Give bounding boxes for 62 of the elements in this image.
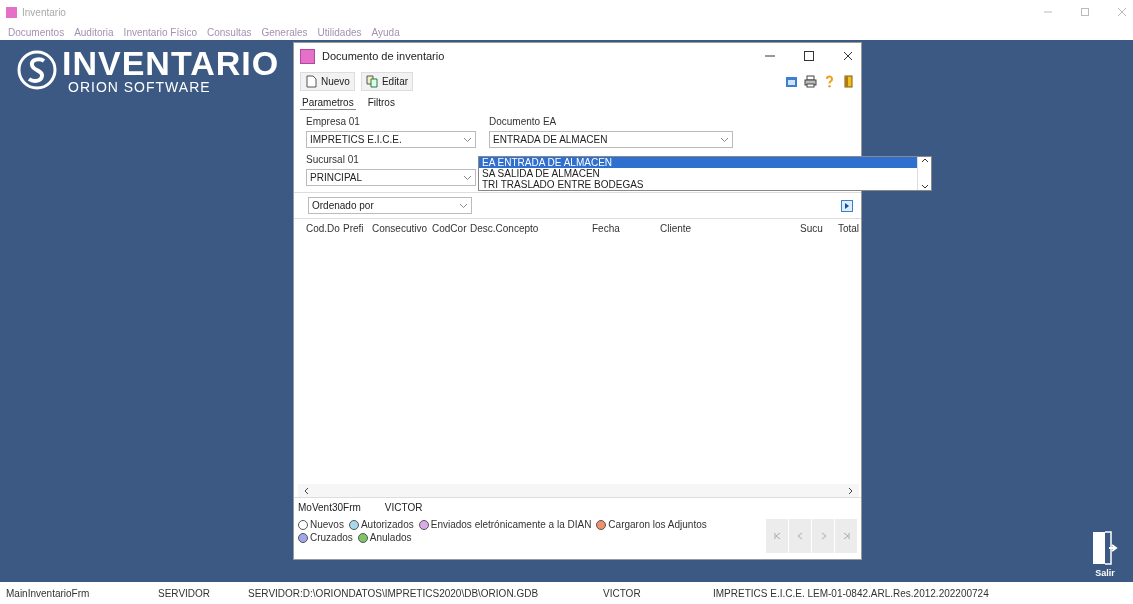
column-header: Desc.Concepto — [470, 223, 540, 234]
status-text: SERVIDOR — [158, 587, 212, 599]
document-icon — [305, 75, 318, 88]
help-icon[interactable] — [823, 75, 836, 88]
column-header: CodCor — [432, 223, 468, 234]
dialog-title: Documento de inventario — [322, 50, 445, 62]
column-header: Prefi — [343, 223, 365, 234]
edit-button[interactable]: Editar — [360, 72, 414, 91]
horizontal-scrollbar[interactable] — [298, 484, 859, 497]
dropdown-field[interactable]: Ordenado por — [308, 197, 472, 214]
field-label: Documento EA — [489, 116, 558, 128]
chevron-down-icon — [459, 202, 468, 209]
new-button[interactable]: Nuevo — [300, 72, 355, 91]
status-text: IMPRETICS E.I.C.E. LEM-01-0842.ARL.Res.2012.202200724 — [713, 587, 989, 599]
printer-icon[interactable] — [804, 75, 817, 88]
documents-icon — [365, 75, 379, 88]
dropdown-option[interactable]: TRI TRASLADO ENTRE BODEGAS — [479, 179, 917, 190]
tab[interactable]: Filtros — [365, 96, 397, 110]
column-header: Cod.Do — [306, 223, 341, 234]
legend-label: Enviados eletrónicamente a la DIAN — [430, 519, 592, 530]
column-header: Consecutivo — [372, 223, 429, 234]
chevron-down-icon — [463, 174, 472, 181]
column-header: Sucu — [800, 223, 824, 234]
door-icon[interactable] — [842, 75, 855, 88]
chevron-down-icon — [463, 136, 472, 143]
column-header: Total — [837, 223, 859, 234]
legend-label: Nuevos — [310, 519, 344, 530]
scroll-left-icon[interactable] — [304, 486, 309, 495]
column-header: Fecha — [592, 223, 621, 234]
dropdown-field[interactable]: IMPRETICS E.I.C.E. — [306, 131, 476, 148]
chevron-down-icon — [720, 136, 729, 143]
logo-title: INVENTARIO — [62, 46, 280, 80]
tab[interactable]: Parametros — [300, 96, 356, 110]
dropdown-option[interactable]: EA ENTRADA DE ALMACEN — [479, 157, 917, 168]
logo-icon — [16, 49, 58, 91]
logo-subtitle: ORION SOFTWARE — [68, 80, 212, 94]
user-name: VICTOR — [384, 502, 423, 513]
close-icon[interactable] — [841, 49, 855, 63]
dropdown-field[interactable]: ENTRADA DE ALMACEN — [489, 131, 733, 148]
maximize-icon[interactable] — [802, 49, 816, 63]
status-text: MainInventarioFrm — [6, 587, 91, 599]
play-icon[interactable] — [841, 199, 853, 212]
legend-label: Cruzados — [310, 532, 353, 543]
exit-button[interactable]: Salir — [1091, 530, 1119, 578]
dropdown-field[interactable]: PRINCIPAL — [306, 169, 476, 186]
legend-label: Autorizados — [360, 519, 414, 530]
app-icon — [6, 6, 17, 18]
dropdown-option[interactable]: SA SALIDA DE ALMACEN — [479, 168, 917, 179]
field-label: Empresa 01 — [306, 116, 361, 128]
legend-label: Anulados — [369, 532, 412, 543]
column-header: Cliente — [660, 223, 693, 234]
scroll-right-icon[interactable] — [848, 486, 853, 495]
scroll-up-icon[interactable] — [920, 157, 929, 163]
exit-door-icon — [1091, 530, 1119, 566]
app-icon — [300, 48, 315, 64]
scroll-down-icon[interactable] — [920, 184, 929, 190]
field-label: Sucursal 01 — [306, 154, 360, 166]
legend-label: Cargaron los Adjuntos — [608, 519, 707, 530]
status-text: SERVIDOR:D:\ORIONDATOS\IMPRETICS2020\DB\ORION.GDB — [248, 587, 540, 599]
window-title: Inventario — [22, 6, 66, 18]
status-text: VICTOR — [603, 587, 642, 599]
form-name: MoVent30Frm — [298, 502, 361, 513]
